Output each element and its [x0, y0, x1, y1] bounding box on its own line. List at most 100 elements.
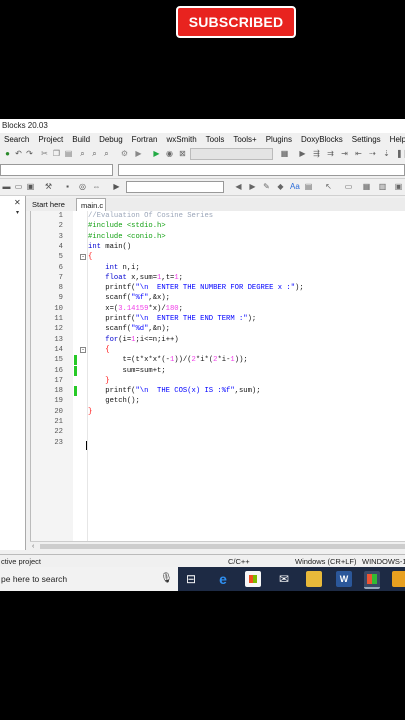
menu-item-debug[interactable]: Debug	[99, 133, 123, 146]
new-file-icon[interactable]: ●	[3, 149, 12, 158]
menu-item-wxsmith[interactable]: wxSmith	[166, 133, 196, 146]
match-case-icon[interactable]: Aa	[290, 182, 300, 191]
cursor-icon[interactable]: ↖	[324, 182, 333, 191]
step-into-icon[interactable]: ⇥	[340, 149, 349, 158]
run-to-cursor-icon[interactable]: ⇶	[312, 149, 321, 158]
compile-icon[interactable]: ▭	[14, 182, 23, 191]
target-icon[interactable]: ◎	[78, 182, 87, 191]
code-line[interactable]: 12 scanf("%d",&n);	[31, 324, 405, 334]
app-icon[interactable]	[392, 571, 405, 587]
bookmark-icon[interactable]: ▪	[63, 182, 72, 191]
menu-item-tools-[interactable]: Tools+	[233, 133, 256, 146]
code-line[interactable]: 5 -{	[31, 252, 405, 262]
fold-toggle-icon[interactable]: -	[80, 254, 86, 261]
taskbar-search-box[interactable]: pe here to search 🎙	[0, 567, 178, 591]
code-line[interactable]: 11 printf("\n ENTER THE END TERM :");	[31, 314, 405, 324]
file-explorer-icon[interactable]	[306, 571, 322, 587]
function-select[interactable]	[118, 164, 405, 176]
paste-icon[interactable]: ▤	[64, 149, 73, 158]
search-forward-icon[interactable]: ▶	[248, 182, 257, 191]
menu-item-settings[interactable]: Settings	[352, 133, 381, 146]
redo-icon[interactable]: ↷	[25, 149, 34, 158]
replace-icon[interactable]: ⌕	[90, 149, 99, 158]
menu-item-search[interactable]: Search	[4, 133, 29, 146]
microphone-icon[interactable]: 🎙	[160, 573, 173, 585]
fullscreen-icon[interactable]: ▣	[394, 182, 403, 191]
code-line[interactable]: 19 getch();	[31, 396, 405, 406]
code-line[interactable]: 3 #include <conio.h>	[31, 232, 405, 242]
search-back-icon[interactable]: ◀	[234, 182, 243, 191]
code-line[interactable]: 8 printf("\n ENTER THE NUMBER FOR DEGREE…	[31, 283, 405, 293]
fold-toggle-icon[interactable]: -	[80, 346, 86, 353]
code-line[interactable]: 9 scanf("%f",&x);	[31, 293, 405, 303]
tab-main-c[interactable]: main.c	[76, 198, 106, 211]
next-instruction-icon[interactable]: ⇢	[368, 149, 377, 158]
search-combo[interactable]	[126, 181, 224, 193]
build-target-select[interactable]	[190, 148, 273, 160]
menu-item-help[interactable]: Help	[390, 133, 405, 146]
goto-icon[interactable]: ⌕	[102, 149, 111, 158]
highlight-icon[interactable]: ✎	[262, 182, 271, 191]
code-line[interactable]: 18 printf("\n THE COS(x) IS :%f",sum);	[31, 386, 405, 397]
abort-icon[interactable]: ⊠	[178, 149, 187, 158]
code-line[interactable]: 16 sum=sum+t;	[31, 365, 405, 376]
code-line[interactable]: 7 float x,sum=1,t=1;	[31, 273, 405, 283]
wrench-icon[interactable]: ⚒	[44, 182, 53, 191]
scroll-thumb[interactable]	[40, 544, 405, 549]
build-settings-icon[interactable]: ⚙	[120, 149, 129, 158]
menu-item-fortran[interactable]: Fortran	[132, 133, 158, 146]
code-line[interactable]: 13 for(i=1;i<=n;i++)	[31, 335, 405, 345]
codeblocks-taskbar-icon[interactable]	[364, 571, 380, 589]
selection-icon[interactable]: ▤	[304, 182, 313, 191]
scroll-left-icon[interactable]: ‹	[32, 542, 34, 551]
code-line[interactable]: 20}	[31, 407, 405, 417]
rect-select-icon[interactable]: ▭	[344, 182, 353, 191]
code-line[interactable]: 14 - {	[31, 345, 405, 355]
code-line[interactable]: 21	[31, 417, 405, 427]
code-line[interactable]: 6 int n,i;	[31, 263, 405, 273]
panels-icon[interactable]: ▥	[378, 182, 387, 191]
panel-dropdown-icon[interactable]: ▾	[16, 209, 19, 216]
code-line[interactable]: 15 t=(t*x*x*(-1))/(2*i*(2*i-1));	[31, 355, 405, 366]
code-editor[interactable]: 1 //Evaluation Of Cosine Series 2 #include …	[30, 211, 405, 541]
code-line[interactable]: 1 //Evaluation Of Cosine Series	[31, 211, 405, 221]
code-line[interactable]: 22	[31, 427, 405, 437]
close-panel-icon[interactable]: ✕	[14, 198, 21, 207]
edge-icon[interactable]: e	[215, 571, 231, 587]
menu-item-plugins[interactable]: Plugins	[266, 133, 292, 146]
mail-icon[interactable]: ✉	[276, 571, 292, 587]
copy-icon[interactable]: ❐	[52, 149, 61, 158]
next-line-icon[interactable]: ⇉	[326, 149, 335, 158]
regex-icon[interactable]: ◆	[276, 182, 285, 191]
scope-select[interactable]	[0, 164, 113, 176]
code-line[interactable]: 4 int main()	[31, 242, 405, 252]
menu-item-tools[interactable]: Tools	[206, 133, 225, 146]
menu-item-build[interactable]: Build	[72, 133, 90, 146]
word-icon[interactable]: W	[336, 571, 352, 587]
code-line[interactable]: 17 }	[31, 376, 405, 386]
tab-start-here[interactable]: Start here	[28, 198, 74, 211]
debug-info-icon[interactable]: ▦	[280, 149, 289, 158]
find-icon[interactable]: ⌕	[78, 149, 87, 158]
build-run-icon[interactable]: ▶	[152, 149, 161, 158]
step-out-icon[interactable]: ⇤	[354, 149, 363, 158]
jump-icon[interactable]: ⇔	[92, 182, 101, 191]
code-line[interactable]: 10 x=(3.14159*x)/180;	[31, 304, 405, 314]
toggle-icon[interactable]: ▬	[2, 182, 11, 191]
undo-icon[interactable]: ↶	[14, 149, 23, 158]
task-view-icon[interactable]: ⊟	[183, 571, 199, 587]
debug-start-icon[interactable]: ▶	[298, 149, 307, 158]
store-icon[interactable]	[245, 571, 261, 587]
layout-icon[interactable]: ▦	[362, 182, 371, 191]
horizontal-scrollbar[interactable]: ‹	[30, 541, 405, 551]
rebuild-icon[interactable]: ◉	[165, 149, 174, 158]
code-line[interactable]: 23	[31, 438, 405, 448]
cut-icon[interactable]: ✂	[40, 149, 49, 158]
code-line[interactable]: 2 #include <stdio.h>	[31, 221, 405, 231]
macro-icon[interactable]: ▶	[112, 182, 121, 191]
menu-item-project[interactable]: Project	[38, 133, 63, 146]
step-instruction-icon[interactable]: ⇣	[382, 149, 391, 158]
clean-icon[interactable]: ▣	[26, 182, 35, 191]
run-icon[interactable]: ▶	[134, 149, 143, 158]
break-debugger-icon[interactable]: ❚❚	[396, 149, 405, 158]
